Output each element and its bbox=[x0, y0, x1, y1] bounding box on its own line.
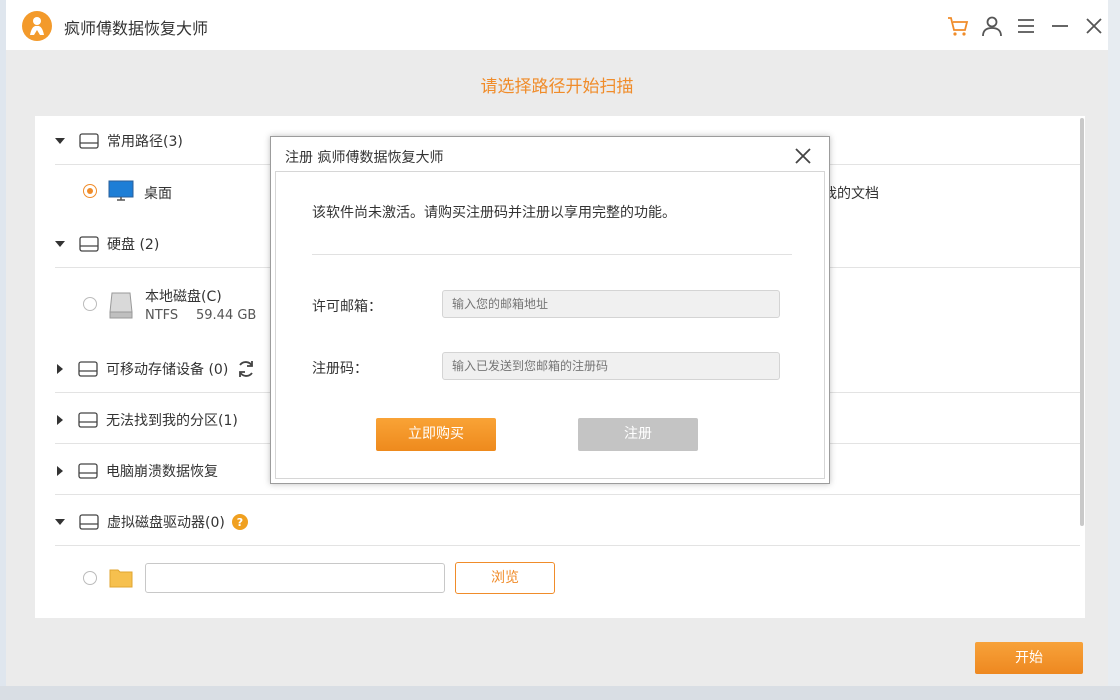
dialog-description: 该软件尚未激活。请购买注册码并注册以享用完整的功能。 bbox=[312, 205, 676, 221]
code-label: 注册码： bbox=[312, 361, 368, 377]
minimize-icon[interactable] bbox=[1048, 14, 1072, 38]
local-disk-radio[interactable] bbox=[83, 297, 97, 311]
expand-icon[interactable] bbox=[57, 466, 63, 476]
collapse-icon[interactable] bbox=[55, 138, 65, 144]
close-icon[interactable] bbox=[1082, 14, 1106, 38]
app-title: 疯师傅数据恢复大师 bbox=[64, 19, 209, 38]
desktop-background-right bbox=[1108, 0, 1120, 700]
drive-icon bbox=[79, 236, 99, 252]
section-label: 常用路径(3) bbox=[107, 134, 183, 150]
section-label: 虚拟磁盘驱动器(0) bbox=[107, 515, 225, 531]
local-disk-size: 59.44 GB bbox=[196, 308, 257, 323]
watermark-logo bbox=[1000, 640, 1118, 700]
dialog-body: 该软件尚未激活。请购买注册码并注册以享用完整的功能。 许可邮箱： 注册码： 立即… bbox=[275, 171, 825, 479]
drive-icon bbox=[79, 514, 99, 530]
app-logo-icon bbox=[22, 11, 52, 41]
section-lost-partition[interactable]: 无法找到我的分区(1) bbox=[55, 406, 238, 434]
title-bar: 疯师傅数据恢复大师 bbox=[6, 0, 1108, 50]
section-crash-recovery[interactable]: 电脑崩溃数据恢复 bbox=[55, 457, 218, 485]
buy-now-button[interactable]: 立即购买 bbox=[376, 418, 496, 451]
expand-icon[interactable] bbox=[57, 364, 63, 374]
section-removable[interactable]: 可移动存储设备 (0) bbox=[55, 355, 256, 383]
refresh-icon[interactable] bbox=[236, 359, 256, 379]
divider bbox=[55, 494, 1080, 495]
section-label: 电脑崩溃数据恢复 bbox=[106, 464, 218, 480]
svg-text:?: ? bbox=[237, 516, 243, 529]
email-label: 许可邮箱： bbox=[312, 299, 382, 315]
email-field[interactable] bbox=[442, 290, 780, 318]
section-virtual-drive[interactable]: 虚拟磁盘驱动器(0) ? bbox=[55, 508, 248, 536]
section-label: 可移动存储设备 (0) bbox=[106, 362, 229, 378]
local-disk-name: 本地磁盘(C) bbox=[145, 289, 222, 305]
section-hard-disk[interactable]: 硬盘 (2) bbox=[55, 230, 159, 258]
user-icon[interactable] bbox=[980, 14, 1004, 38]
expand-icon[interactable] bbox=[57, 415, 63, 425]
collapse-icon[interactable] bbox=[55, 241, 65, 247]
divider bbox=[55, 545, 1080, 546]
section-label: 硬盘 (2) bbox=[107, 237, 160, 253]
section-common-paths[interactable]: 常用路径(3) bbox=[55, 127, 183, 155]
desktop-radio[interactable] bbox=[83, 184, 97, 198]
cart-icon[interactable] bbox=[946, 14, 970, 38]
dialog-close-icon[interactable] bbox=[792, 145, 814, 167]
folder-icon bbox=[109, 569, 133, 588]
monitor-icon bbox=[108, 180, 134, 201]
register-dialog: 注册 疯师傅数据恢复大师 该软件尚未激活。请购买注册码并注册以享用完整的功能。 … bbox=[270, 136, 830, 484]
dialog-title: 注册 疯师傅数据恢复大师 bbox=[285, 150, 444, 166]
drive-icon bbox=[78, 361, 98, 377]
divider bbox=[312, 254, 792, 255]
path-input[interactable] bbox=[145, 563, 445, 593]
desktop-taskbar-strip bbox=[0, 686, 1120, 700]
virtual-path-radio[interactable] bbox=[83, 571, 97, 585]
help-icon[interactable]: ? bbox=[231, 514, 248, 530]
desktop-label: 桌面 bbox=[144, 186, 172, 202]
register-button[interactable]: 注册 bbox=[578, 418, 698, 451]
my-documents-label: 我的文档 bbox=[823, 186, 879, 202]
browse-button[interactable]: 浏览 bbox=[455, 562, 555, 594]
scan-heading: 请选择路径开始扫描 bbox=[480, 77, 634, 97]
menu-icon[interactable] bbox=[1014, 14, 1038, 38]
drive-icon bbox=[78, 412, 98, 428]
drive-icon bbox=[79, 133, 99, 149]
scrollbar[interactable] bbox=[1080, 118, 1084, 526]
hard-disk-icon bbox=[109, 292, 133, 319]
registration-code-field[interactable] bbox=[442, 352, 780, 380]
local-disk-filesystem: NTFS bbox=[145, 308, 179, 323]
section-label: 无法找到我的分区(1) bbox=[106, 413, 238, 429]
drive-icon bbox=[78, 463, 98, 479]
collapse-icon[interactable] bbox=[55, 519, 65, 525]
